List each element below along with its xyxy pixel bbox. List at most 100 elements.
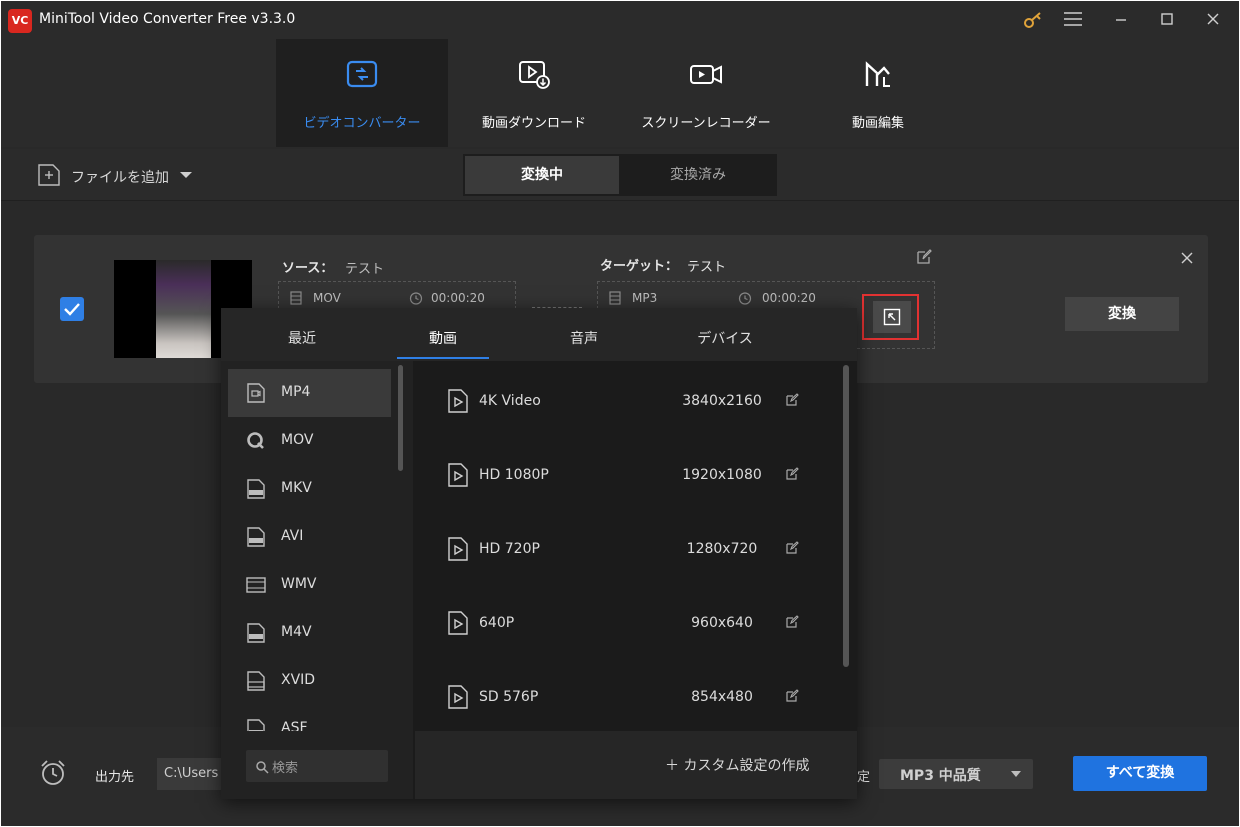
edit-icon[interactable]	[916, 249, 932, 265]
video-file-icon	[448, 685, 468, 709]
add-file-label: ファイルを追加	[71, 170, 169, 186]
edit-icon[interactable]	[785, 541, 799, 555]
chevron-down-icon	[1011, 771, 1021, 777]
avi-icon	[247, 527, 265, 547]
format-item-mov[interactable]: MOV	[228, 417, 391, 465]
edit-icon[interactable]	[785, 615, 799, 629]
custom-settings-bar: ＋ カスタム設定の作成	[415, 731, 857, 799]
tab-audio[interactable]: 音声	[538, 308, 630, 361]
source-duration: 00:00:20	[431, 291, 485, 305]
format-label: MP4	[281, 384, 311, 400]
search-icon	[256, 761, 269, 774]
preset-name: HD 720P	[479, 541, 540, 557]
key-icon[interactable]	[1019, 7, 1047, 31]
tab-device[interactable]: デバイス	[679, 308, 771, 361]
source-label: ソース：	[282, 261, 334, 276]
menu-icon[interactable]	[1059, 7, 1087, 31]
segment-converting[interactable]: 変換中	[465, 156, 619, 194]
preset-list: 4K Video 3840x2160 HD 1080P 1920x1080 HD…	[415, 361, 857, 799]
asf-icon	[247, 719, 265, 731]
target-name: テスト	[687, 260, 727, 275]
preset-resolution: 854x480	[691, 689, 753, 705]
film-icon	[609, 291, 621, 305]
preset-row[interactable]: HD 1080P 1920x1080	[415, 435, 845, 509]
edit-icon[interactable]	[785, 393, 799, 407]
wmv-icon	[246, 577, 266, 593]
video-file-icon	[448, 463, 468, 487]
preset-resolution: 960x640	[691, 615, 753, 631]
format-item-xvid[interactable]: XVID	[228, 657, 391, 705]
screen-recorder-icon	[690, 65, 722, 84]
format-select-button[interactable]	[873, 301, 911, 333]
active-tab-indicator	[397, 357, 489, 359]
preset-name: 4K Video	[479, 393, 541, 409]
tab-recent[interactable]: 最近	[256, 308, 348, 361]
convert-button[interactable]: 変換	[1065, 297, 1179, 331]
alarm-clock-icon[interactable]	[39, 759, 67, 787]
format-item-mkv[interactable]: MKV	[228, 465, 391, 513]
preset-row[interactable]: 640P 960x640	[415, 583, 845, 657]
create-custom-button[interactable]: ＋ カスタム設定の作成	[665, 755, 809, 775]
mp4-icon	[247, 383, 265, 403]
preset-name: SD 576P	[479, 689, 539, 705]
video-file-icon	[448, 537, 468, 561]
close-icon[interactable]	[1180, 251, 1194, 265]
video-file-icon	[448, 389, 468, 413]
output-path-field[interactable]: C:\Users	[157, 758, 227, 790]
tab-video-edit[interactable]: 動画編集	[792, 39, 964, 147]
target-label: ターゲット：	[600, 259, 679, 274]
popup-tabs: 最近 動画 音声 デバイス	[221, 308, 857, 361]
edit-icon[interactable]	[785, 467, 799, 481]
tab-screen-recorder[interactable]: スクリーンレコーダー	[620, 39, 792, 147]
preset-name: HD 1080P	[479, 467, 549, 483]
tab-label: ビデオコンバーター	[303, 116, 421, 131]
tab-video-converter[interactable]: ビデオコンバーター	[276, 39, 448, 147]
search-placeholder: 検索	[272, 761, 299, 776]
format-list-scrollbar[interactable]	[398, 365, 403, 471]
sub-toolbar: ファイルを追加 変換中 変換済み	[1, 149, 1239, 201]
format-search-input[interactable]: 検索	[246, 750, 388, 782]
target-format: MP3	[632, 291, 658, 305]
target-duration: 00:00:20	[762, 291, 816, 305]
film-icon	[290, 291, 302, 305]
preset-row[interactable]: HD 720P 1280x720	[415, 509, 845, 583]
chevron-down-icon[interactable]	[179, 171, 193, 179]
preset-row[interactable]: SD 576P 854x480	[415, 657, 845, 731]
app-logo: VC	[8, 9, 32, 33]
close-window-icon[interactable]	[1199, 7, 1227, 31]
output-label: 出力先	[95, 770, 135, 785]
format-item-avi[interactable]: AVI	[228, 513, 391, 561]
preset-name: 640P	[479, 615, 515, 631]
m4v-icon	[247, 623, 265, 643]
format-item-m4v[interactable]: M4V	[228, 609, 391, 657]
main-nav: ビデオコンバーター 動画ダウンロード スクリーンレコーダー 動画編集	[1, 39, 1239, 147]
clock-icon	[738, 292, 752, 305]
tab-video-download[interactable]: 動画ダウンロード	[448, 39, 620, 147]
mkv-icon	[247, 479, 265, 499]
segment-converted[interactable]: 変換済み	[621, 156, 775, 194]
convert-all-button[interactable]: すべて変換	[1073, 756, 1207, 791]
format-item-wmv[interactable]: WMV	[228, 561, 391, 609]
maximize-icon[interactable]	[1153, 7, 1181, 31]
edit-icon[interactable]	[785, 689, 799, 703]
preset-resolution: 1280x720	[686, 541, 758, 557]
format-label: XVID	[281, 672, 316, 688]
status-segment: 変換中 変換済み	[463, 154, 777, 196]
thumbnail-image	[156, 260, 211, 358]
format-item-mp4[interactable]: MP4	[228, 369, 391, 417]
output-preset-select[interactable]: MP3 中品質	[879, 759, 1033, 789]
format-item-asf[interactable]: ASF	[228, 705, 391, 731]
file-checkbox[interactable]	[60, 297, 84, 321]
tab-label: 動画編集	[851, 116, 904, 131]
minimize-icon[interactable]	[1107, 7, 1135, 31]
app-window: VC MiniTool Video Converter Free v3.3.0	[1, 1, 1239, 826]
preset-label: 定	[857, 770, 871, 785]
preset-list-scrollbar[interactable]	[843, 365, 849, 667]
format-popup: 最近 動画 音声 デバイス MP4 MOV MKV AVI WMV M4V XV…	[221, 308, 857, 799]
preset-row[interactable]: 4K Video 3840x2160	[415, 361, 845, 435]
source-name: テスト	[345, 262, 385, 277]
add-file-icon	[38, 164, 60, 186]
format-list: MP4 MOV MKV AVI WMV M4V XVID ASF 検索	[221, 361, 413, 799]
tab-video[interactable]: 動画	[397, 308, 489, 361]
tab-label: 動画ダウンロード	[481, 116, 586, 131]
